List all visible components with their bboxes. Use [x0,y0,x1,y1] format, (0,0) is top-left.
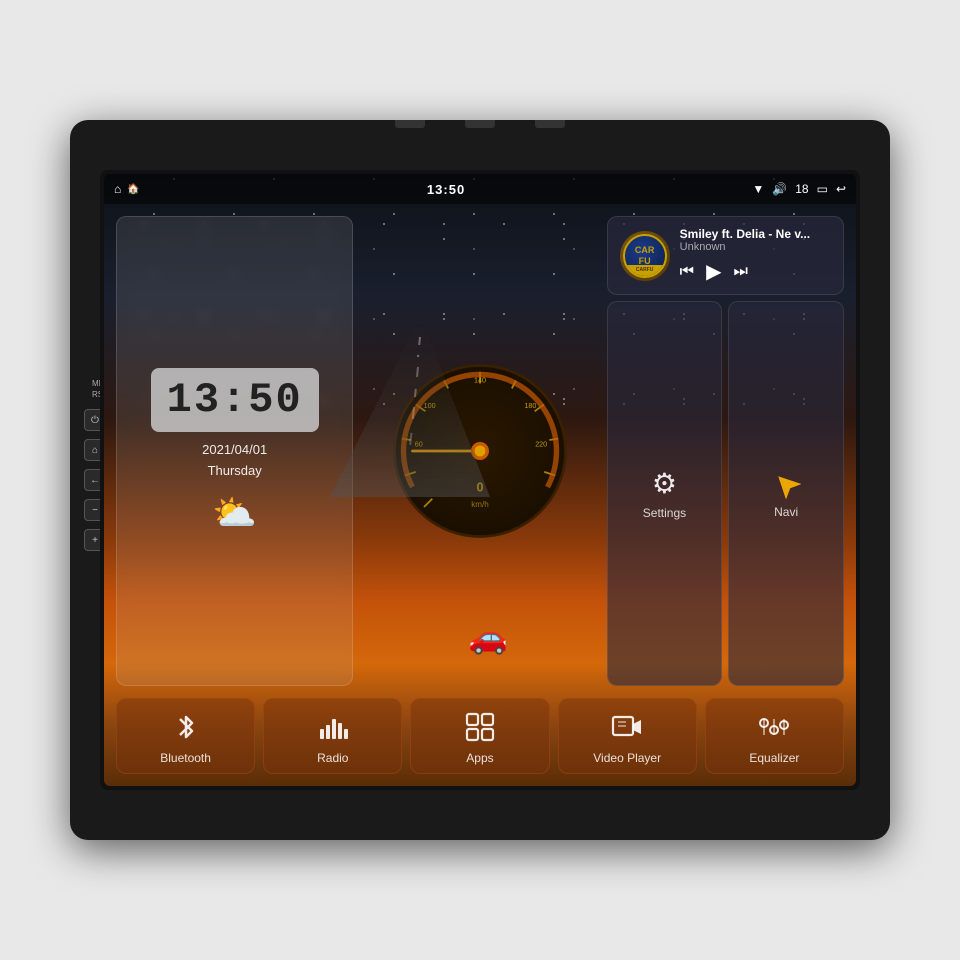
volume-level: 18 [795,182,808,196]
apps-button[interactable]: Apps [410,698,549,774]
apps-icon [464,711,496,743]
status-right: ▼ 🔊 18 ▭ ↩ [752,182,846,196]
music-artist: Unknown [680,241,831,253]
music-controls: ⏮ ▶ ⏭ [680,259,831,284]
apps-label: Apps [466,751,493,765]
music-panel: CARFU CARFU Smiley ft. Delia - Ne v... U… [607,216,844,295]
screen: 🚗 ⌂ 🏠 13:50 ▼ 🔊 18 ▭ ↩ [104,174,856,786]
radio-icon [317,711,349,743]
settings-icon: ⚙ [652,467,677,500]
home2-icon[interactable]: 🏠 [127,184,139,195]
bezel-tabs [395,120,565,128]
equalizer-label: Equalizer [749,751,799,765]
video-icon [611,711,643,743]
equalizer-icon [758,711,790,743]
volume-icon: 🔊 [772,182,787,196]
prev-button[interactable]: ⏮ [680,263,694,281]
equalizer-button[interactable]: Equalizer [705,698,844,774]
bluetooth-button[interactable]: Bluetooth [116,698,255,774]
car-head-unit: MIC RST ⏻ ⌂ ← − + [70,120,890,840]
status-time: 13:50 [140,182,753,197]
navi-label: Navi [774,505,798,519]
action-panels: ⚙ Settings Navi [607,301,844,686]
radio-label: Radio [317,751,348,765]
status-left: ⌂ 🏠 [114,182,140,196]
clock-panel: 13:50 2021/04/01 Thursday ⛅ [116,216,353,686]
clock-display: 13:50 [151,368,319,432]
right-panel: CARFU CARFU Smiley ft. Delia - Ne v... U… [607,216,844,686]
next-button[interactable]: ⏭ [733,263,747,281]
video-player-label: Video Player [593,751,661,765]
screen-bezel: 🚗 ⌂ 🏠 13:50 ▼ 🔊 18 ▭ ↩ [100,170,860,790]
status-bar: ⌂ 🏠 13:50 ▼ 🔊 18 ▭ ↩ [104,174,856,204]
home-icon[interactable]: ⌂ [114,182,121,196]
bottom-bar: Bluetooth Radio [112,694,848,778]
video-player-button[interactable]: Video Player [558,698,697,774]
weather-icon: ⛅ [212,492,257,534]
wifi-icon: ▼ [752,182,764,196]
radio-button[interactable]: Radio [263,698,402,774]
bluetooth-label: Bluetooth [160,751,211,765]
back-nav-icon[interactable]: ↩ [836,182,846,196]
clock-time: 13:50 [167,376,303,424]
play-button[interactable]: ▶ [706,259,721,284]
bluetooth-icon [170,711,202,743]
navi-icon [771,469,801,499]
settings-label: Settings [643,506,686,520]
battery-icon: ▭ [817,182,828,196]
music-title: Smiley ft. Delia - Ne v... [680,227,831,241]
navi-panel[interactable]: Navi [728,301,844,686]
music-album-art: CARFU CARFU [620,231,670,281]
road-svg [330,327,631,633]
clock-date: 2021/04/01 Thursday [202,440,267,482]
car-silhouette: 🚗 [468,618,508,656]
music-info: Smiley ft. Delia - Ne v... Unknown ⏮ ▶ ⏭ [680,227,831,284]
